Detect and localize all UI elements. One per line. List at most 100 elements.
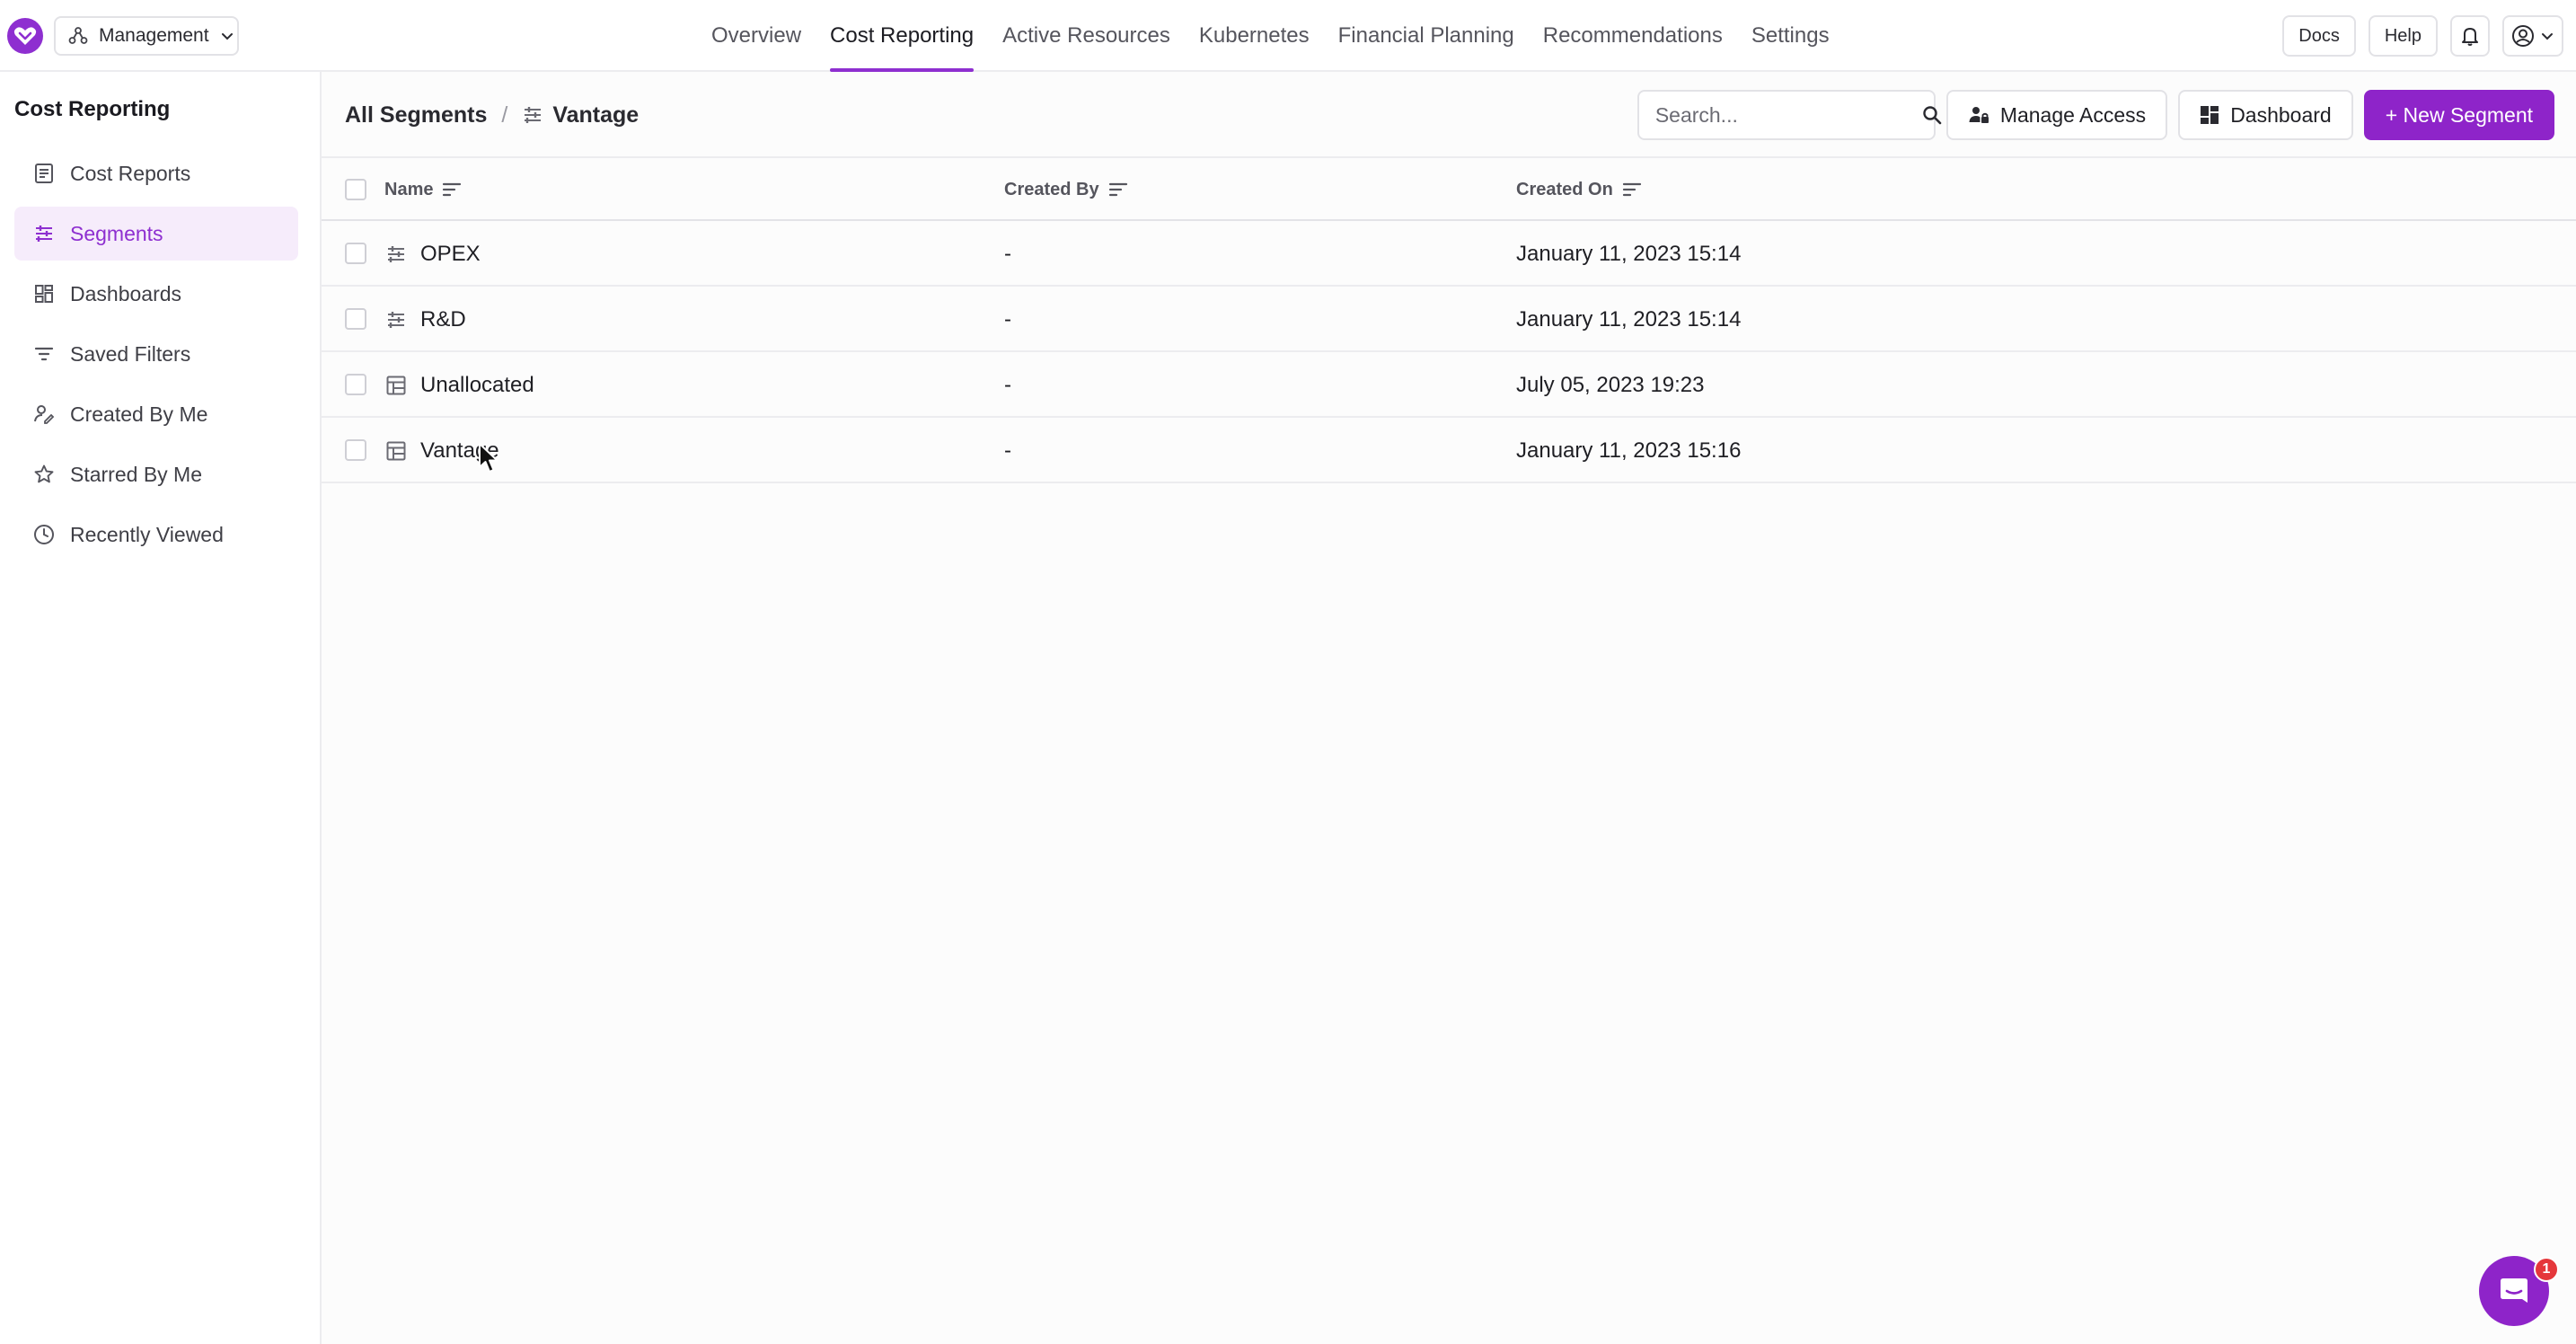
segments-icon (384, 308, 408, 332)
table-row[interactable]: Unallocated - July 05, 2023 19:23 (322, 352, 2576, 418)
tab-overview[interactable]: Overview (697, 0, 816, 72)
table-row[interactable]: OPEX - January 11, 2023 15:14 (322, 221, 2576, 287)
table-row[interactable]: Vantage - January 11, 2023 15:16 (322, 418, 2576, 483)
tab-active-resources[interactable]: Active Resources (988, 0, 1185, 72)
select-all-checkbox[interactable] (345, 179, 366, 200)
notifications-button[interactable] (2450, 15, 2490, 57)
column-label: Created By (1004, 179, 1099, 199)
breadcrumb-current: Vantage (522, 102, 639, 128)
docs-button[interactable]: Docs (2282, 15, 2356, 57)
dashboard-label: Dashboard (2230, 102, 2332, 127)
sort-icon[interactable] (442, 181, 462, 198)
workspace-selector[interactable]: Management (54, 16, 239, 56)
chat-icon (2498, 1275, 2530, 1307)
column-header-created-on[interactable]: Created On (1516, 158, 1642, 221)
report-icon (32, 162, 56, 185)
row-checkbox[interactable] (345, 439, 366, 461)
column-label: Name (384, 179, 434, 199)
search-box (1636, 90, 1942, 140)
sidebar-item-label: Cost Reports (70, 161, 191, 185)
vantage-logo-icon[interactable] (7, 18, 43, 54)
row-name-cell[interactable]: OPEX (384, 221, 481, 287)
row-name[interactable]: R&D (420, 307, 466, 332)
sidebar-item-label: Created By Me (70, 402, 208, 426)
segments-icon (384, 243, 408, 266)
tab-recommendations[interactable]: Recommendations (1529, 0, 1737, 72)
header-actions: Manage Access Dashboard + New Segment (1636, 90, 2554, 140)
user-lock-icon (1968, 104, 1989, 126)
row-name[interactable]: OPEX (420, 242, 481, 267)
column-header-created-by[interactable]: Created By (1004, 158, 1128, 221)
row-created-by: - (1004, 372, 1011, 397)
sidebar-item-label: Segments (70, 221, 163, 245)
main-nav-tabs: Overview Cost Reporting Active Resources… (697, 0, 1844, 72)
row-name-cell[interactable]: R&D (384, 287, 466, 352)
segments-icon (32, 222, 56, 245)
breadcrumb-all-segments[interactable]: All Segments (345, 102, 487, 128)
user-edit-icon (32, 402, 56, 426)
mouse-cursor-icon (478, 442, 499, 474)
table-icon (384, 374, 408, 397)
tab-kubernetes[interactable]: Kubernetes (1185, 0, 1324, 72)
breadcrumb: All Segments / Vantage (345, 72, 639, 158)
bell-icon (2460, 25, 2480, 47)
row-created-by: - (1004, 306, 1011, 332)
sidebar-item-cost-reports[interactable]: Cost Reports (14, 146, 298, 200)
chevron-down-icon (2540, 29, 2554, 43)
row-checkbox[interactable] (345, 308, 366, 330)
sidebar-title: Cost Reporting (14, 97, 171, 121)
sidebar-item-recently-viewed[interactable]: Recently Viewed (14, 508, 298, 561)
row-name-cell[interactable]: Unallocated (384, 352, 534, 418)
row-checkbox[interactable] (345, 243, 366, 264)
sort-icon[interactable] (1108, 181, 1128, 198)
page-header: All Segments / Vantage Manage Access (322, 72, 2576, 158)
row-created-on: July 05, 2023 19:23 (1516, 372, 1705, 397)
dashboard-icon (2200, 105, 2219, 125)
column-header-name[interactable]: Name (384, 158, 462, 221)
dashboard-grid-icon (32, 282, 56, 305)
tab-cost-reporting[interactable]: Cost Reporting (816, 0, 988, 72)
row-name[interactable]: Unallocated (420, 373, 534, 398)
table-row[interactable]: R&D - January 11, 2023 15:14 (322, 287, 2576, 352)
star-icon (32, 463, 56, 486)
sidebar-item-starred-by-me[interactable]: Starred By Me (14, 447, 298, 501)
breadcrumb-current-label: Vantage (552, 102, 640, 128)
sidebar-item-dashboards[interactable]: Dashboards (14, 267, 298, 321)
manage-access-label: Manage Access (1999, 102, 2147, 127)
user-menu-button[interactable] (2502, 15, 2563, 57)
search-icon[interactable] (1921, 104, 1943, 126)
row-checkbox[interactable] (345, 374, 366, 395)
manage-access-button[interactable]: Manage Access (1945, 90, 2168, 140)
help-button[interactable]: Help (2368, 15, 2438, 57)
search-input[interactable] (1654, 102, 1921, 128)
tab-financial-planning[interactable]: Financial Planning (1324, 0, 1529, 72)
chat-notification-badge: 1 (2534, 1257, 2559, 1282)
segments-icon (522, 104, 543, 126)
workspace-network-icon (68, 26, 88, 46)
sidebar-item-label: Dashboards (70, 281, 182, 305)
sidebar-item-label: Starred By Me (70, 462, 202, 486)
sort-icon[interactable] (1622, 181, 1642, 198)
sidebar-item-saved-filters[interactable]: Saved Filters (14, 327, 298, 381)
dashboard-button[interactable]: Dashboard (2178, 90, 2353, 140)
table-icon (384, 439, 408, 463)
sidebar-item-label: Recently Viewed (70, 522, 224, 546)
tab-settings[interactable]: Settings (1737, 0, 1844, 72)
breadcrumb-separator: / (501, 102, 508, 128)
segments-table: Name Created By Created On OPEX - Januar… (322, 158, 2576, 483)
table-header-row: Name Created By Created On (322, 158, 2576, 221)
row-created-on: January 11, 2023 15:16 (1516, 438, 1742, 463)
sidebar-item-created-by-me[interactable]: Created By Me (14, 387, 298, 441)
sidebar-menu: Cost Reports Segments Dashboards Saved F… (14, 146, 298, 568)
workspace-label: Management (99, 25, 209, 46)
new-segment-button[interactable]: + New Segment (2363, 90, 2554, 140)
sidebar-item-segments[interactable]: Segments (14, 207, 298, 261)
top-navigation-bar: Management Overview Cost Reporting Activ… (0, 0, 2576, 72)
row-created-on: January 11, 2023 15:14 (1516, 241, 1742, 266)
row-created-by: - (1004, 438, 1011, 463)
chevron-down-icon (220, 29, 234, 43)
top-right-controls: Docs Help (2282, 15, 2563, 57)
row-created-by: - (1004, 241, 1011, 266)
row-created-on: January 11, 2023 15:14 (1516, 306, 1742, 332)
user-circle-icon (2511, 24, 2535, 48)
